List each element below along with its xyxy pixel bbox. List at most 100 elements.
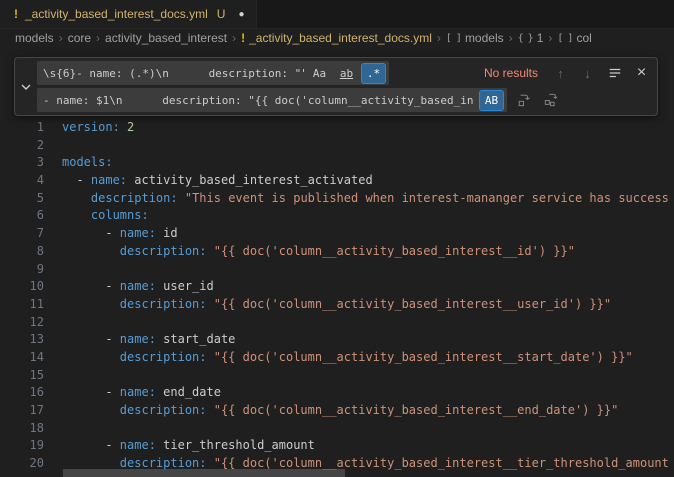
horizontal-scrollbar[interactable] [63, 469, 345, 477]
line-number[interactable]: 2 [0, 137, 44, 155]
line-content [44, 420, 62, 438]
code-line[interactable]: 9 [0, 261, 674, 279]
line-number[interactable]: 13 [0, 331, 44, 349]
replace-all-button[interactable] [540, 90, 561, 111]
replace-icon [517, 93, 531, 107]
line-number[interactable]: 18 [0, 420, 44, 438]
code-line[interactable]: 6 columns: [0, 207, 674, 225]
git-status-badge: U [217, 7, 226, 21]
line-number[interactable]: 17 [0, 402, 44, 420]
selection-icon [608, 66, 622, 80]
warning-icon: ! [241, 31, 245, 45]
breadcrumb-item[interactable]: [ ] models [446, 31, 504, 45]
code-lines: 1version: 223models:4 - name: activity_b… [0, 119, 674, 473]
find-widget: Aa ab .* No results ↑ ↓ × AB [14, 57, 658, 116]
code-line[interactable]: 2 [0, 137, 674, 155]
line-number[interactable]: 7 [0, 225, 44, 243]
line-number[interactable]: 15 [0, 367, 44, 385]
line-content: - name: activity_based_interest_activate… [44, 172, 373, 190]
line-content: - name: user_id [44, 278, 214, 296]
line-content: description: "{{ doc('column__activity_b… [44, 402, 618, 420]
line-number[interactable]: 4 [0, 172, 44, 190]
line-content: - name: tier_threshold_amount [44, 437, 315, 455]
breadcrumb-separator: › [436, 31, 442, 45]
preserve-case-button[interactable]: AB [479, 90, 504, 111]
breadcrumb-item[interactable]: core [68, 31, 91, 45]
code-line[interactable]: 8 description: "{{ doc('column__activity… [0, 243, 674, 261]
replace-input[interactable] [37, 94, 479, 107]
find-input[interactable] [37, 67, 307, 80]
code-line[interactable]: 18 [0, 420, 674, 438]
line-content: description: "{{ doc('column__activity_b… [44, 349, 633, 367]
line-number[interactable]: 3 [0, 154, 44, 172]
code-line[interactable]: 17 description: "{{ doc('column__activit… [0, 402, 674, 420]
code-line[interactable]: 11 description: "{{ doc('column__activit… [0, 296, 674, 314]
find-input-wrap: Aa ab .* [37, 61, 389, 85]
line-number[interactable]: 19 [0, 437, 44, 455]
close-find-button[interactable]: × [631, 63, 652, 84]
line-number[interactable]: 5 [0, 190, 44, 208]
breadcrumb-separator: › [508, 31, 514, 45]
line-number[interactable]: 6 [0, 207, 44, 225]
previous-match-button[interactable]: ↑ [550, 63, 571, 84]
array-symbol-icon: [ ] [446, 33, 461, 44]
chevron-down-icon [20, 81, 32, 93]
whole-word-button[interactable]: ab [334, 63, 359, 84]
line-content: description: "This event is published wh… [44, 190, 669, 208]
code-line[interactable]: 13 - name: start_date [0, 331, 674, 349]
line-number[interactable]: 11 [0, 296, 44, 314]
breadcrumb-item[interactable]: activity_based_interest [105, 31, 227, 45]
line-content: models: [44, 154, 113, 172]
line-number[interactable]: 12 [0, 314, 44, 332]
object-symbol-icon: { } [518, 33, 533, 44]
toggle-replace-button[interactable] [15, 58, 37, 115]
replace-button[interactable] [513, 90, 534, 111]
breadcrumb-label: activity_based_interest [105, 31, 227, 45]
breadcrumb-label: _activity_based_interest_docs.yml [249, 31, 432, 45]
line-number[interactable]: 16 [0, 384, 44, 402]
replace-all-icon [544, 93, 558, 107]
next-match-button[interactable]: ↓ [577, 63, 598, 84]
breadcrumb-item[interactable]: ! _activity_based_interest_docs.yml [241, 31, 432, 45]
code-line[interactable]: 16 - name: end_date [0, 384, 674, 402]
line-content [44, 367, 62, 385]
code-line[interactable]: 7 - name: id [0, 225, 674, 243]
code-line[interactable]: 15 [0, 367, 674, 385]
line-content: description: "{{ doc('column__activity_b… [44, 296, 611, 314]
regex-button[interactable]: .* [361, 63, 386, 84]
tab-filename: _activity_based_interest_docs.yml [25, 7, 208, 21]
code-line[interactable]: 1version: 2 [0, 119, 674, 137]
breadcrumb-label: models [465, 31, 504, 45]
line-number[interactable]: 10 [0, 278, 44, 296]
tab-activity-based-interest-docs[interactable]: ! _activity_based_interest_docs.yml U ● [0, 0, 257, 28]
breadcrumb-item[interactable]: [ ]col [557, 31, 591, 45]
line-number[interactable]: 20 [0, 455, 44, 473]
breadcrumb-label: col [576, 31, 591, 45]
breadcrumb-separator: › [547, 31, 553, 45]
line-number[interactable]: 9 [0, 261, 44, 279]
code-line[interactable]: 3models: [0, 154, 674, 172]
breadcrumb-item[interactable]: { }1 [518, 31, 544, 45]
find-results-count: No results [484, 66, 538, 80]
line-content [44, 261, 62, 279]
line-number[interactable]: 8 [0, 243, 44, 261]
code-line[interactable]: 19 - name: tier_threshold_amount [0, 437, 674, 455]
tab-bar: ! _activity_based_interest_docs.yml U ● [0, 0, 674, 29]
line-content [44, 314, 62, 332]
line-number[interactable]: 14 [0, 349, 44, 367]
vscode-window: ! _activity_based_interest_docs.yml U ● … [0, 0, 674, 477]
line-content [44, 137, 62, 155]
unsaved-dot-icon[interactable]: ● [238, 9, 244, 20]
find-in-selection-button[interactable] [604, 63, 625, 84]
breadcrumb: models › core › activity_based_interest ›! _ac… [0, 29, 674, 47]
replace-input-wrap: AB [37, 88, 507, 112]
code-line[interactable]: 14 description: "{{ doc('column__activit… [0, 349, 674, 367]
code-line[interactable]: 10 - name: user_id [0, 278, 674, 296]
code-line[interactable]: 4 - name: activity_based_interest_activa… [0, 172, 674, 190]
breadcrumb-item[interactable]: models [15, 31, 54, 45]
code-line[interactable]: 5 description: "This event is published … [0, 190, 674, 208]
match-case-button[interactable]: Aa [307, 63, 332, 84]
line-content: - name: end_date [44, 384, 221, 402]
line-number[interactable]: 1 [0, 119, 44, 137]
code-line[interactable]: 12 [0, 314, 674, 332]
